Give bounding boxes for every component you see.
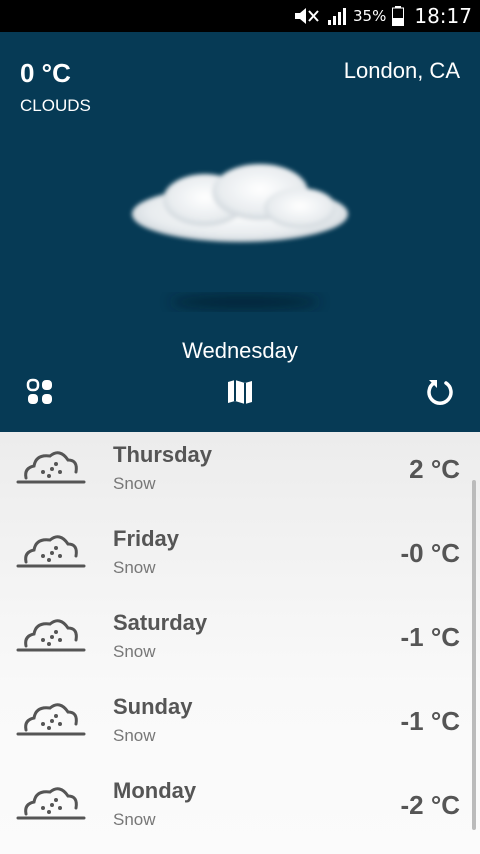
snow-cloud-icon [16,703,86,736]
forecast-condition: Snow [113,558,156,577]
forecast-row[interactable]: Monday Snow -2 °C [0,768,470,852]
forecast-day: Saturday [113,610,208,635]
forecast-day: Monday [113,778,197,803]
forecast-row[interactable]: Sunday Snow -1 °C [0,684,470,768]
forecast-day: Friday [113,526,180,551]
forecast-row[interactable]: Friday Snow -0 °C [0,516,470,600]
current-temperature: 0 °C [20,58,71,88]
location-label[interactable]: London, CA [344,58,460,84]
mute-icon [293,7,321,25]
grid-icon [26,378,52,404]
forecast-temperature: -1 °C [400,622,460,652]
forecast-temperature: -2 °C [400,790,460,820]
forecast-condition: Snow [113,726,156,745]
refresh-button[interactable] [420,372,460,412]
snow-cloud-icon [16,619,86,652]
grid-button[interactable] [20,372,60,412]
current-description: CLOUDS [20,96,91,115]
status-bar: 35% 18:17 [0,0,480,32]
current-day: Wednesday [182,338,298,363]
map-icon [228,380,252,404]
scrollbar[interactable] [472,480,476,830]
signal-icon [327,7,349,25]
forecast-condition: Snow [113,642,156,661]
snow-cloud-icon [16,535,86,568]
battery-percentage: 35% [353,7,387,25]
forecast-temperature: -0 °C [400,538,460,568]
forecast-day: Sunday [113,694,193,719]
forecast-list[interactable]: Thursday Snow 2 °C Friday Snow -0 °C Sat… [0,432,480,854]
current-weather-panel: 0 °C CLOUDS London, CA Wednesday [0,32,480,432]
forecast-row[interactable]: Thursday Snow 2 °C [0,432,470,516]
forecast-condition: Snow [113,474,156,493]
forecast-temperature: -1 °C [400,706,460,736]
battery-icon [392,6,405,26]
forecast-condition: Snow [113,810,156,829]
cloud-icon [132,164,348,310]
clock: 18:17 [414,4,472,28]
forecast-row[interactable]: Saturday Snow -1 °C [0,600,470,684]
forecast-temperature: 2 °C [409,454,460,484]
snow-cloud-icon [16,451,86,484]
refresh-icon [427,380,453,405]
forecast-day: Thursday [113,442,213,467]
snow-cloud-icon [16,787,86,820]
map-button[interactable] [220,372,260,412]
